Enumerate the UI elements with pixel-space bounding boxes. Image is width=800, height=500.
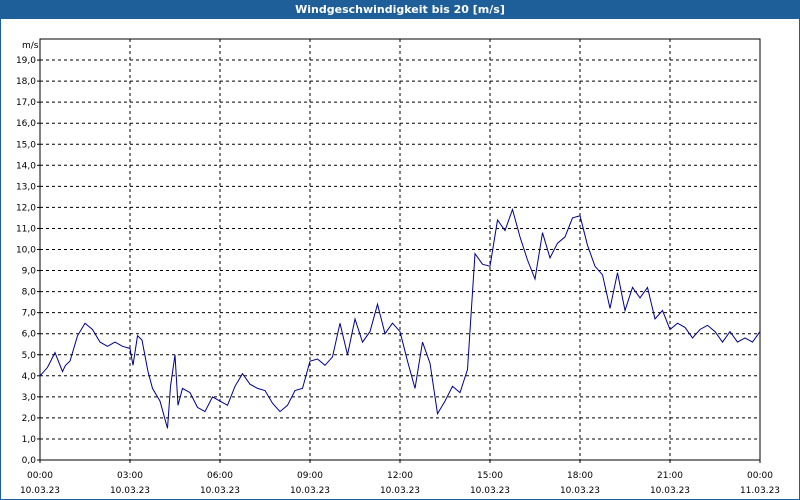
x-tick-date-label: 10.03.23 [380,486,420,496]
y-tick-label: 13,0 [16,182,36,192]
y-tick-label: 15,0 [16,140,36,150]
x-tick-time-label: 00:00 [747,471,773,481]
x-tick-time-label: 09:00 [297,471,323,481]
y-tick-label: 5,0 [22,351,37,361]
x-tick-time-label: 18:00 [567,471,593,481]
y-tick-label: 11,0 [16,224,36,234]
x-tick-date-label: 10.03.23 [650,486,690,496]
grid [40,39,760,460]
x-tick-time-label: 00:00 [27,471,53,481]
y-tick-label: 19,0 [16,56,36,66]
x-tick-date-label: 10.03.23 [20,486,60,496]
x-tick-time-label: 03:00 [117,471,143,481]
y-axis-unit-label: m/s [22,41,39,51]
y-tick-label: 16,0 [16,119,36,129]
x-tick-time-label: 15:00 [477,471,503,481]
y-tick-label: 2,0 [22,414,37,424]
x-tick-date-label: 10.03.23 [200,486,240,496]
y-tick-label: 3,0 [22,393,37,403]
y-tick-label: 18,0 [16,77,36,87]
y-tick-label: 8,0 [22,288,37,298]
x-tick-time-label: 12:00 [387,471,413,481]
wind-speed-chart: m/s 0,0 1,0 2,0 3,0 4,0 5,0 6,0 7,0 8,0 9,0 10,0 11… [16,38,780,496]
y-tick-label: 1,0 [22,435,37,445]
x-axis-ticks: 00:00 10.03.23 03:00 10.03.23 06:00 10.03.23 0… [20,460,780,496]
y-tick-label: 17,0 [16,98,36,108]
y-tick-label: 7,0 [22,309,37,319]
y-tick-label: 0,0 [22,456,37,466]
x-tick-date-label: 10.03.23 [560,486,600,496]
x-tick-time-label: 06:00 [207,471,233,481]
y-tick-label: 14,0 [16,161,36,171]
x-tick-date-label: 11.03.23 [740,486,780,496]
x-tick-time-label: 21:00 [657,471,683,481]
x-tick-date-label: 10.03.23 [470,486,510,496]
y-tick-label: 10,0 [16,246,36,256]
x-tick-date-label: 10.03.23 [110,486,150,496]
y-axis-ticks: 0,0 1,0 2,0 3,0 4,0 5,0 6,0 7,0 8,0 9,0 10,0 11,0 12… [16,56,40,466]
y-tick-label: 12,0 [16,203,36,213]
y-tick-label: 4,0 [22,372,37,382]
y-tick-label: 6,0 [22,330,37,340]
x-tick-date-label: 10.03.23 [290,486,330,496]
y-tick-label: 9,0 [22,267,37,277]
